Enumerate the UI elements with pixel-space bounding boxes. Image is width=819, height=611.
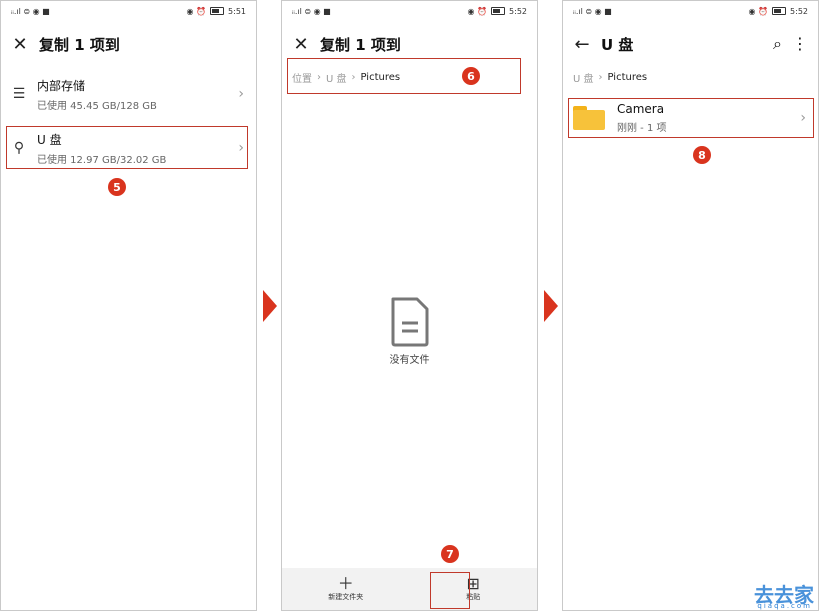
battery-icon [491, 7, 506, 15]
page-title: U 盘 [601, 35, 634, 54]
highlight-box [430, 572, 470, 609]
step-badge: 8 [693, 146, 711, 164]
signal-icons: ᵢᵢ.ıl ⊜ ◉ ■ [11, 6, 50, 16]
header: ← U 盘 ⌕ ⋮ [563, 29, 818, 59]
breadcrumb: U 盘 › Pictures [573, 70, 648, 85]
empty-file-icon [389, 297, 431, 347]
highlight-box [568, 98, 814, 138]
storage-title: 内部存储 [37, 78, 86, 93]
back-arrow-icon[interactable]: ← [567, 29, 597, 59]
new-folder-button[interactable]: ＋ 新建文件夹 [282, 568, 410, 610]
header: ✕ 复制 1 项到 [1, 29, 256, 59]
phone-panel-2: ᵢᵢ.ıl ⊜ ◉ ■ ◉ ⏰ 5:52 ✕ 复制 1 项到 位置 › U 盘 › P… [281, 0, 538, 611]
status-bar: ᵢᵢ.ıl ⊜ ◉ ■ ◉ ⏰ 5:52 [563, 1, 818, 21]
arrow-right-icon [263, 290, 277, 322]
alarm-icons: ◉ ⏰ [186, 6, 207, 16]
crumb-item[interactable]: U 盘 [573, 70, 594, 85]
storage-usage: 已使用 45.45 GB/128 GB [37, 100, 157, 112]
clock: 5:52 [790, 6, 808, 16]
chevron-right-icon: › [238, 86, 244, 102]
arrow-right-icon [544, 290, 558, 322]
alarm-icons: ◉ ⏰ [748, 6, 769, 16]
close-icon[interactable]: ✕ [286, 29, 316, 59]
watermark-url: qiaqa.com [757, 602, 812, 610]
alarm-icons: ◉ ⏰ [467, 6, 488, 16]
more-icon[interactable]: ⋮ [792, 34, 808, 54]
phone-panel-1: ᵢᵢ.ıl ⊜ ◉ ■ ◉ ⏰ 5:51 ✕ 复制 1 项到 ☰ 内部存储 已使用… [0, 0, 257, 611]
paste-button[interactable]: ⊞ 粘贴 [410, 568, 538, 610]
status-bar: ᵢᵢ.ıl ⊜ ◉ ■ ◉ ⏰ 5:51 [1, 1, 256, 21]
status-bar: ᵢᵢ.ıl ⊜ ◉ ■ ◉ ⏰ 5:52 [282, 1, 537, 21]
page-title: 复制 1 项到 [39, 35, 120, 54]
header: ✕ 复制 1 项到 [282, 29, 537, 59]
plus-icon: ＋ [337, 574, 354, 593]
battery-icon [210, 7, 225, 15]
battery-icon [772, 7, 787, 15]
phone-panel-3: ᵢᵢ.ıl ⊜ ◉ ■ ◉ ⏰ 5:52 ← U 盘 ⌕ ⋮ U 盘 › Pictu… [562, 0, 819, 611]
storage-item-internal[interactable]: ☰ 内部存储 已使用 45.45 GB/128 GB › [1, 73, 256, 115]
step-badge: 5 [108, 178, 126, 196]
bottom-toolbar: ＋ 新建文件夹 ⊞ 粘贴 [282, 568, 537, 610]
clock: 5:51 [228, 6, 246, 16]
highlight-box [6, 126, 248, 169]
step-badge: 6 [462, 67, 480, 85]
page-title: 复制 1 项到 [320, 35, 401, 54]
empty-state-text: 没有文件 [389, 355, 430, 366]
highlight-box [287, 58, 521, 94]
search-icon[interactable]: ⌕ [773, 34, 782, 54]
storage-icon: ☰ [12, 86, 26, 102]
step-badge: 7 [441, 545, 459, 563]
signal-icons: ᵢᵢ.ıl ⊜ ◉ ■ [292, 6, 331, 16]
new-folder-label: 新建文件夹 [328, 593, 364, 601]
signal-icons: ᵢᵢ.ıl ⊜ ◉ ■ [573, 6, 612, 16]
crumb-current: Pictures [607, 72, 648, 83]
clock: 5:52 [509, 6, 527, 16]
close-icon[interactable]: ✕ [5, 29, 35, 59]
